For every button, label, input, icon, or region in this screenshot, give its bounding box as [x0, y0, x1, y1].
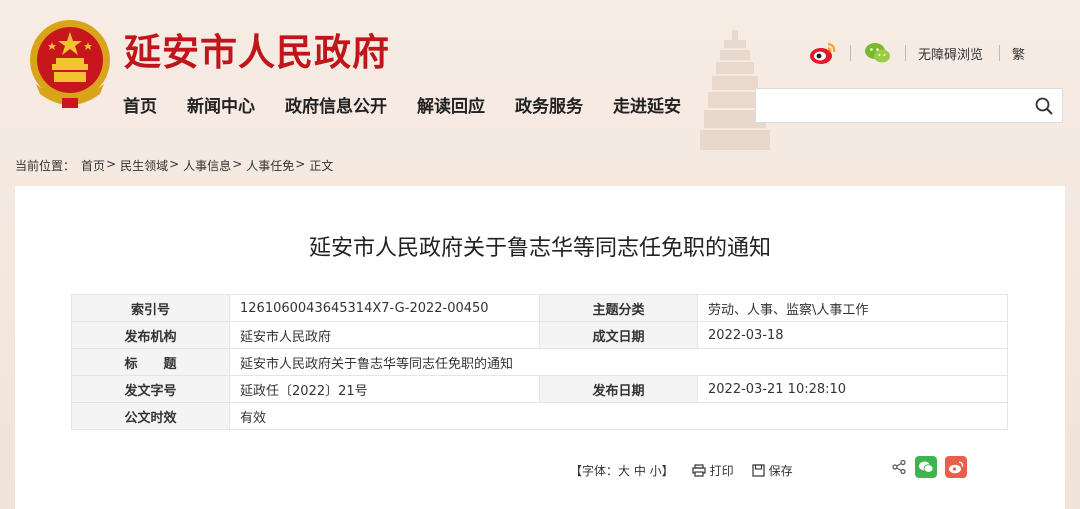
search-icon[interactable] — [1034, 96, 1054, 116]
save-button[interactable]: 保存 — [752, 462, 793, 479]
meta-key: 发布日期 — [539, 375, 698, 403]
nav-home[interactable]: 首页 — [123, 95, 157, 119]
meta-value: 延政任〔2022〕21号 — [229, 375, 540, 403]
header-tools: 无障碍浏览 繁 — [808, 38, 1025, 68]
meta-value: 2022-03-18 — [697, 321, 1008, 349]
table-row: 发文字号 延政任〔2022〕21号 发布日期 2022-03-21 10:28:… — [71, 375, 1008, 403]
share-icon[interactable] — [891, 459, 907, 475]
meta-key: 索引号 — [71, 294, 230, 322]
share-wechat-button[interactable] — [915, 456, 937, 478]
table-row: 公文时效 有效 — [71, 402, 1008, 430]
nav-about-yanan[interactable]: 走进延安 — [613, 95, 681, 119]
nav-interpretation[interactable]: 解读回应 — [417, 95, 485, 119]
meta-value: 延安市人民政府关于鲁志华等同志任免职的通知 — [229, 348, 1008, 376]
meta-value: 延安市人民政府 — [229, 321, 540, 349]
meta-key: 发布机构 — [71, 321, 230, 349]
divider — [850, 45, 851, 61]
print-label: 打印 — [709, 464, 734, 478]
main-nav: 首页 新闻中心 政府信息公开 解读回应 政务服务 走进延安 — [123, 95, 711, 119]
print-icon — [692, 464, 706, 477]
save-icon — [752, 464, 765, 477]
font-size-control[interactable]: 【字体：大 中 小】 — [570, 462, 674, 479]
meta-value: 有效 — [229, 402, 1008, 430]
search-input[interactable] — [756, 89, 1026, 122]
table-row: 索引号 1261060043645314X7-G-2022-00450 主题分类… — [71, 294, 1008, 322]
nav-services[interactable]: 政务服务 — [515, 95, 583, 119]
traditional-chinese-link[interactable]: 繁 — [1012, 44, 1025, 63]
table-row: 标 题 延安市人民政府关于鲁志华等同志任免职的通知 — [71, 348, 1008, 376]
breadcrumb-current: 正文 — [309, 159, 334, 173]
document-meta-table: 索引号 1261060043645314X7-G-2022-00450 主题分类… — [71, 294, 1008, 430]
site-title[interactable]: 延安市人民政府 — [124, 22, 390, 76]
breadcrumb-label: 当前位置： — [15, 159, 76, 173]
article-tools: 【字体：大 中 小】 打印 保存 — [570, 462, 811, 479]
wechat-icon[interactable] — [863, 39, 893, 67]
accessible-browse-link[interactable]: 无障碍浏览 — [918, 44, 983, 63]
breadcrumb-appointments[interactable]: 人事任免 — [246, 157, 294, 174]
search-box — [755, 88, 1063, 123]
save-label: 保存 — [768, 464, 793, 478]
share-weibo-button[interactable] — [945, 456, 967, 478]
breadcrumb-livelihood[interactable]: 民生领域 — [120, 157, 168, 174]
nav-gov-info[interactable]: 政府信息公开 — [285, 95, 387, 119]
wechat-icon — [919, 461, 934, 473]
article-title: 延安市人民政府关于鲁志华等同志任免职的通知 — [308, 236, 771, 261]
meta-key: 公文时效 — [71, 402, 230, 430]
weibo-icon[interactable] — [808, 39, 838, 67]
meta-value: 1261060043645314X7-G-2022-00450 — [229, 294, 540, 322]
article-panel: 延安市人民政府关于鲁志华等同志任免职的通知 索引号 12610600436453… — [15, 186, 1065, 509]
meta-key: 标 题 — [71, 348, 230, 376]
breadcrumb-home[interactable]: 首页 — [81, 157, 105, 174]
meta-key: 主题分类 — [539, 294, 698, 322]
national-emblem-icon[interactable] — [22, 14, 118, 114]
divider — [905, 45, 906, 61]
weibo-icon — [949, 461, 964, 474]
nav-news[interactable]: 新闻中心 — [187, 95, 255, 119]
meta-key: 成文日期 — [539, 321, 698, 349]
divider — [999, 45, 1001, 61]
share-bar — [891, 456, 967, 478]
site-header: 延安市人民政府 首页 新闻中心 政府信息公开 解读回应 政务服务 走进延安 无障… — [0, 0, 1080, 150]
meta-value: 劳动、人事、监察\人事工作 — [697, 294, 1008, 322]
meta-key: 发文字号 — [71, 375, 230, 403]
print-button[interactable]: 打印 — [692, 462, 734, 479]
breadcrumb-personnel-info[interactable]: 人事信息 — [183, 157, 231, 174]
table-row: 发布机构 延安市人民政府 成文日期 2022-03-18 — [71, 321, 1008, 349]
breadcrumb: 当前位置： 首页 > 民生领域 > 人事信息 > 人事任免 > 正文 — [15, 157, 334, 174]
meta-value: 2022-03-21 10:28:10 — [697, 375, 1008, 403]
